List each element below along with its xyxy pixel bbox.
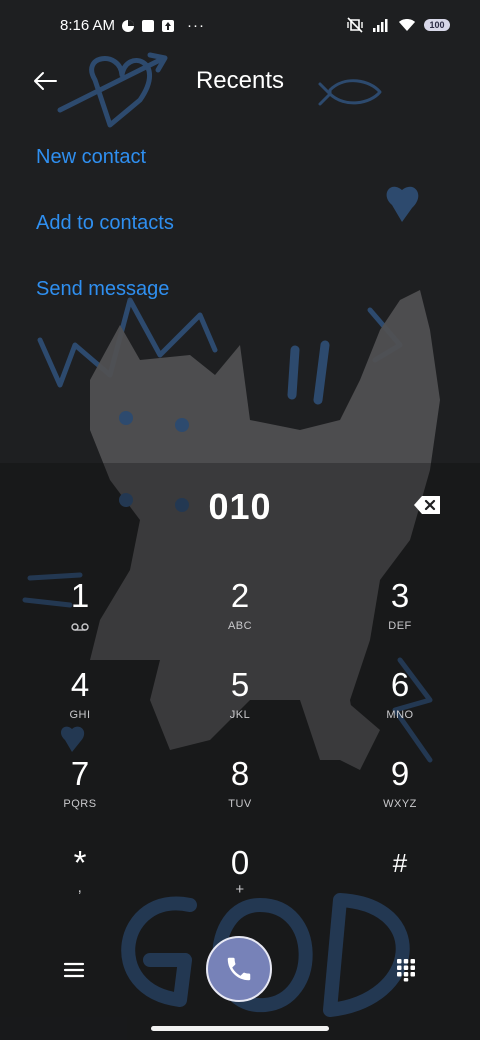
new-contact-link[interactable]: New contact	[36, 146, 146, 169]
key-letters: PQRS	[63, 798, 97, 810]
key-digit: 3	[390, 577, 410, 614]
key-letters: ,	[77, 879, 83, 896]
key-digit: 7	[70, 755, 90, 792]
upload-icon	[161, 19, 175, 33]
key-6[interactable]: 6 MNO	[340, 649, 460, 733]
key-7[interactable]: 7 PQRS	[20, 738, 140, 822]
key-letters: WXYZ	[383, 798, 417, 810]
key-digit: 2	[230, 577, 250, 614]
key-digit: 1	[70, 577, 90, 614]
data-saver-icon	[121, 19, 135, 33]
key-star[interactable]: * ,	[20, 827, 140, 911]
key-letters: DEF	[388, 620, 412, 632]
send-message-link[interactable]: Send message	[36, 278, 169, 301]
menu-button[interactable]	[56, 952, 92, 988]
key-digit: 9	[390, 755, 410, 792]
key-5[interactable]: 5 JKL	[180, 649, 300, 733]
signal-icon	[372, 18, 390, 32]
status-right: 100	[346, 17, 450, 33]
key-3[interactable]: 3 DEF	[340, 560, 460, 644]
header: Recents	[0, 56, 480, 108]
home-indicator[interactable]	[151, 1026, 329, 1031]
key-digit: 4	[70, 666, 90, 703]
key-0[interactable]: 0 +	[180, 827, 300, 911]
dialpad: 1 2 ABC 3 DEF 4 GHI 5 JKL 6 MNO 7 PQRS 8…	[0, 560, 480, 916]
key-8[interactable]: 8 TUV	[180, 738, 300, 822]
wifi-icon	[398, 18, 416, 32]
key-letters: JKL	[229, 709, 251, 721]
notification-square-icon	[141, 19, 155, 33]
dialpad-toggle-button[interactable]	[388, 952, 424, 988]
key-digit: *	[73, 844, 87, 881]
key-hash[interactable]: #	[340, 827, 460, 911]
dialpad-icon	[397, 959, 415, 982]
key-2[interactable]: 2 ABC	[180, 560, 300, 644]
key-1[interactable]: 1	[20, 560, 140, 644]
key-digit: 5	[230, 666, 250, 703]
page-title: Recents	[195, 67, 285, 94]
battery-icon: 100	[424, 19, 450, 31]
dialed-number: 010	[208, 486, 272, 527]
hamburger-menu-icon	[63, 962, 85, 978]
add-to-contacts-link[interactable]: Add to contacts	[36, 212, 174, 235]
phone-icon	[227, 957, 251, 981]
voicemail-icon	[71, 620, 89, 634]
key-letters: GHI	[69, 709, 91, 721]
call-button[interactable]	[206, 936, 272, 1002]
key-letters: TUV	[228, 798, 252, 810]
key-letters: ABC	[227, 620, 253, 632]
backspace-button[interactable]	[410, 492, 444, 518]
status-time: 8:16 AM	[60, 17, 116, 34]
key-digit: 6	[390, 666, 410, 703]
status-left: 8:16 AM ···	[60, 17, 205, 34]
key-letters: MNO	[386, 709, 414, 721]
key-9[interactable]: 9 WXYZ	[340, 738, 460, 822]
key-4[interactable]: 4 GHI	[20, 649, 140, 733]
muted-vibrate-icon	[346, 17, 364, 33]
backspace-icon	[414, 496, 440, 514]
key-digit: 8	[230, 755, 250, 792]
status-bar: 8:16 AM ··· 100	[0, 0, 480, 56]
key-digit: 0	[230, 844, 250, 881]
bottom-bar	[0, 930, 480, 1010]
key-digit: #	[392, 848, 408, 878]
status-more-indicator: ···	[187, 17, 206, 34]
key-letters: +	[235, 881, 245, 898]
